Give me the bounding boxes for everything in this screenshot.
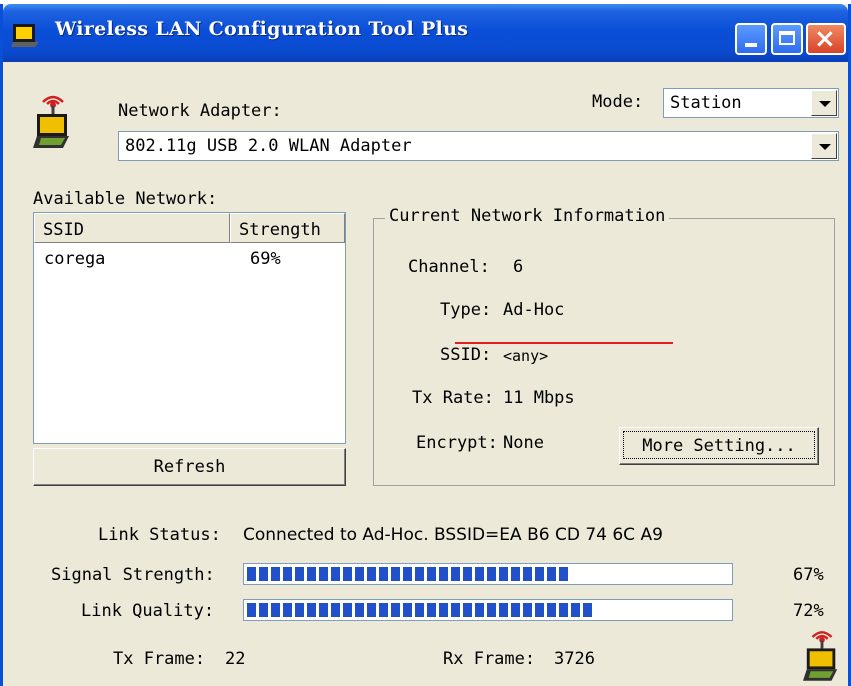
window-title: Wireless LAN Configuration Tool Plus <box>55 18 469 40</box>
network-strength: 69% <box>250 249 281 269</box>
wireless-adapter-icon <box>803 631 838 681</box>
available-network-list[interactable]: SSID Strength corega 69% <box>33 212 346 444</box>
tx-frame-label: Tx Frame: <box>113 649 206 669</box>
red-annotation-line <box>455 342 673 344</box>
type-label: Type: <box>440 300 492 320</box>
channel-label: Channel: <box>408 257 490 277</box>
available-network-label: Available Network: <box>33 189 218 209</box>
encrypt-value: None <box>503 433 544 453</box>
minimize-button[interactable] <box>735 23 767 55</box>
more-setting-label: More Setting... <box>623 431 815 459</box>
ssid-value: <any> <box>503 347 549 365</box>
tx-rate-value: 11 Mbps <box>503 388 575 408</box>
mode-selected-value: Station <box>670 93 742 113</box>
link-quality-fill <box>247 603 595 617</box>
network-ssid: corega <box>44 249 106 269</box>
link-quality-label: Link Quality: <box>81 601 215 621</box>
network-adapter-select[interactable]: 802.11g USB 2.0 WLAN Adapter <box>118 131 839 161</box>
refresh-button[interactable]: Refresh <box>33 448 346 486</box>
title-bar[interactable]: Wireless LAN Configuration Tool Plus × <box>3 4 848 62</box>
link-quality-bar <box>243 599 733 621</box>
maximize-icon <box>779 31 795 45</box>
adapter-selected-value: 802.11g USB 2.0 WLAN Adapter <box>125 136 412 156</box>
rx-frame-label: Rx Frame: <box>443 649 536 669</box>
tx-rate-label: Tx Rate: <box>412 388 494 408</box>
channel-value: 6 <box>513 257 524 277</box>
signal-strength-fill <box>247 567 570 581</box>
dropdown-arrow-icon[interactable] <box>811 133 837 159</box>
type-value: Ad-Hoc <box>503 300 565 320</box>
ssid-label: SSID: <box>440 345 492 365</box>
wireless-adapter-icon <box>33 95 69 148</box>
link-status-value: Connected to Ad-Hoc. BSSID=EA B6 CD 74 6… <box>243 525 663 545</box>
column-header-strength[interactable]: Strength <box>230 213 345 243</box>
link-quality-percent: 72% <box>793 601 824 621</box>
minimize-icon <box>745 43 757 47</box>
signal-strength-percent: 67% <box>793 565 824 585</box>
mode-select[interactable]: Station <box>663 88 839 118</box>
app-window: Wireless LAN Configuration Tool Plus × N… <box>0 4 851 686</box>
close-button[interactable]: × <box>806 23 846 55</box>
more-setting-button[interactable]: More Setting... <box>619 427 819 465</box>
list-item[interactable]: corega 69% <box>34 249 345 273</box>
current-network-legend: Current Network Information <box>385 206 670 226</box>
mode-label: Mode: <box>592 92 644 112</box>
signal-strength-bar <box>243 563 733 585</box>
rx-frame-value: 3726 <box>554 649 595 669</box>
close-icon: × <box>814 24 836 54</box>
maximize-button[interactable] <box>771 23 803 55</box>
network-adapter-label: Network Adapter: <box>118 101 282 121</box>
app-icon <box>11 24 39 47</box>
signal-strength-label: Signal Strength: <box>51 565 215 585</box>
column-header-ssid[interactable]: SSID <box>34 213 230 243</box>
dropdown-arrow-icon[interactable] <box>811 90 837 116</box>
encrypt-label: Encrypt: <box>416 433 498 453</box>
link-status-label: Link Status: <box>98 525 221 545</box>
tx-frame-value: 22 <box>225 649 246 669</box>
